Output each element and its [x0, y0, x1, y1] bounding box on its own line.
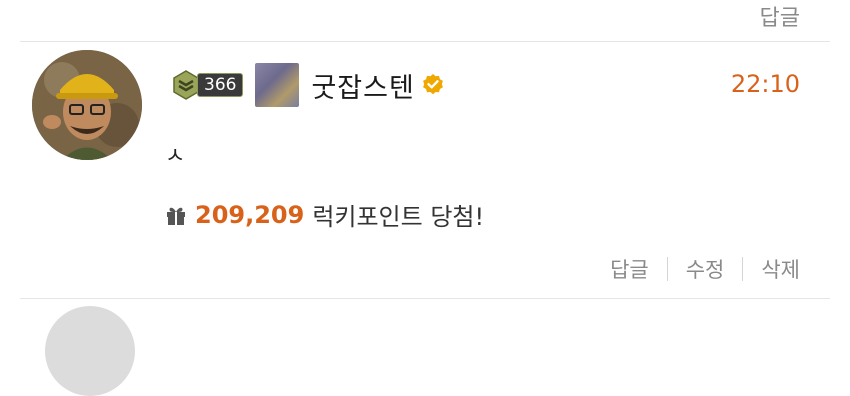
- comment-time: 22:10: [730, 70, 800, 98]
- level-emblem-icon: [173, 70, 199, 100]
- comment-header: 366 굿잡스텐: [172, 60, 445, 110]
- edit-button[interactable]: 수정: [686, 254, 725, 284]
- prev-comment-reply-button[interactable]: 답글: [760, 0, 800, 32]
- divider: [20, 298, 830, 299]
- gift-icon: [167, 207, 185, 225]
- lucky-points-label: 럭키포인트 당첨!: [312, 203, 485, 231]
- profile-thumbnail[interactable]: [255, 63, 300, 107]
- level-number: 366: [197, 73, 244, 97]
- comment-actions: 답글 수정 삭제: [610, 254, 800, 284]
- next-comment-avatar[interactable]: [45, 306, 135, 396]
- delete-button[interactable]: 삭제: [761, 254, 800, 284]
- reply-button[interactable]: 답글: [610, 254, 649, 284]
- avatar[interactable]: [32, 50, 142, 160]
- lucky-points-value: 209,209: [195, 200, 305, 229]
- lucky-point-notice: 209,209 럭키포인트 당첨!: [165, 197, 484, 232]
- avatar-image: [32, 50, 142, 160]
- action-separator: [666, 257, 668, 281]
- username[interactable]: 굿잡스텐: [311, 66, 414, 105]
- comment-text: ㅅ: [165, 144, 186, 169]
- action-separator: [742, 257, 744, 281]
- verified-check-icon: [422, 74, 443, 95]
- level-badge: 366: [172, 70, 244, 100]
- comment-item: 366 굿잡스텐 22:10 ㅅ 209,209 럭키포인트 당첨! 답글 수정…: [20, 42, 830, 298]
